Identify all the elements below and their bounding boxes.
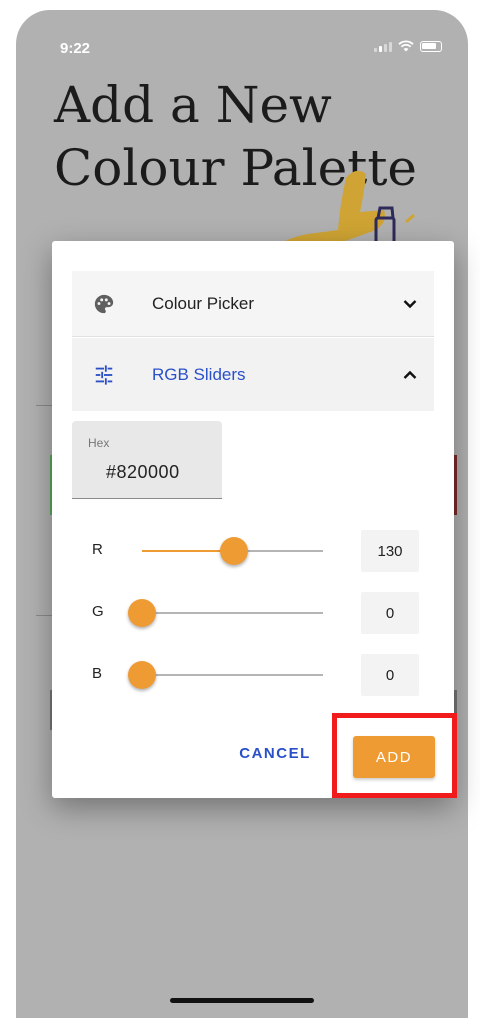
slider-label: R (92, 541, 103, 558)
hex-input-value: #820000 (106, 462, 180, 482)
panel-colour-picker[interactable]: Colour Picker (72, 271, 434, 337)
slider-label: B (92, 665, 103, 682)
wifi-icon (398, 40, 414, 52)
chevron-down-icon (400, 294, 420, 314)
cancel-button[interactable]: CANCEL (230, 735, 320, 771)
blue-slider-track[interactable] (128, 661, 323, 689)
green-slider-thumb[interactable] (128, 599, 156, 627)
panel-rgb-sliders[interactable]: RGB Sliders (72, 338, 434, 411)
hex-field[interactable]: Hex #820000 (72, 421, 222, 499)
slider-row-red: R 130 (52, 530, 454, 572)
red-slider-thumb[interactable] (220, 537, 248, 565)
signal-icon (374, 40, 392, 52)
green-slider-track[interactable] (128, 599, 323, 627)
tune-icon (92, 363, 116, 387)
red-value-field[interactable]: 130 (361, 530, 419, 572)
panel-label: RGB Sliders (152, 364, 246, 384)
highlight-annotation (332, 713, 457, 798)
slider-row-green: G 0 (52, 592, 454, 634)
battery-icon (420, 40, 442, 52)
home-indicator[interactable] (170, 998, 314, 1003)
blue-value-field[interactable]: 0 (361, 654, 419, 696)
slider-row-blue: B 0 (52, 654, 454, 696)
hex-label: Hex (88, 436, 110, 450)
status-icons (374, 40, 442, 52)
green-value-field[interactable]: 0 (361, 592, 419, 634)
palette-icon (92, 292, 116, 316)
slider-label: G (92, 603, 104, 620)
blue-slider-thumb[interactable] (128, 661, 156, 689)
panel-label: Colour Picker (152, 293, 255, 313)
status-time: 9:22 (60, 40, 91, 57)
red-slider-track[interactable] (142, 537, 323, 565)
chevron-up-icon (400, 365, 420, 385)
